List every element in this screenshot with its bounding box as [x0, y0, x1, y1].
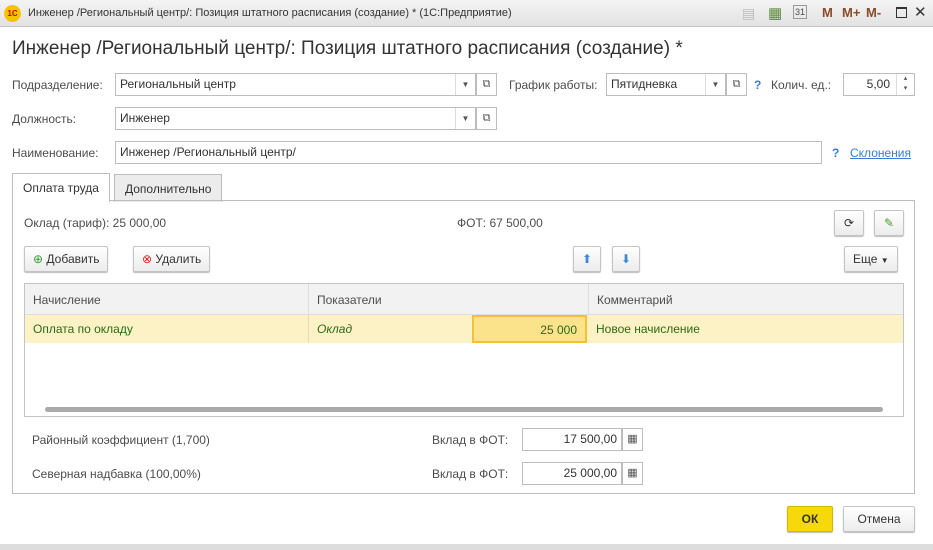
position-label: Должность: — [12, 112, 77, 126]
schedule-label: График работы: — [509, 78, 598, 92]
qty-field[interactable]: 5,00 ▴ ▾ — [843, 73, 915, 96]
ok-button[interactable]: ОК — [787, 506, 833, 532]
regional-contrib-label: Вклад в ФОТ: — [432, 433, 509, 447]
position-value: Инженер — [120, 111, 170, 125]
schedule-field[interactable]: Пятидневка ▼ — [606, 73, 726, 96]
tab-pay[interactable]: Оплата труда — [12, 173, 110, 202]
open-icon[interactable]: ⧉ — [476, 107, 497, 130]
horizontal-scrollbar[interactable] — [45, 407, 883, 412]
department-label: Подразделение: — [12, 78, 103, 92]
chevron-down-icon[interactable]: ▼ — [455, 74, 475, 95]
chevron-down-icon[interactable]: ▼ — [455, 108, 475, 129]
indicator-cell[interactable]: Оклад — [308, 315, 360, 343]
open-icon[interactable]: ⧉ — [726, 73, 747, 96]
fot-text: ФОТ: 67 500,00 — [457, 216, 543, 230]
comment-cell[interactable]: Новое начисление — [588, 315, 708, 345]
arrow-up-icon: ⬆ — [582, 252, 593, 266]
cancel-button[interactable]: Отмена — [843, 506, 915, 532]
m-minus-button[interactable]: M- — [866, 5, 881, 20]
qty-value: 5,00 — [866, 77, 890, 91]
refresh-icon: ⟳ — [843, 216, 855, 230]
edit-button[interactable]: ✎ — [874, 210, 904, 236]
value-cell[interactable]: 25 000 — [472, 315, 587, 343]
bottom-border — [0, 544, 933, 550]
refresh-button[interactable]: ⟳ — [834, 210, 864, 236]
regional-contrib-field[interactable]: 17 500,00 — [522, 428, 622, 451]
table-row[interactable]: Оплата по окладу Оклад 25 000 Новое начи… — [25, 315, 903, 343]
arrow-down-icon: ⬇ — [621, 252, 632, 266]
department-value: Региональный центр — [120, 77, 236, 91]
help-icon[interactable]: ? — [754, 78, 761, 92]
open-icon[interactable]: ⧉ — [476, 73, 497, 96]
column-accrual[interactable]: Начисление — [25, 284, 109, 316]
column-comment[interactable]: Комментарий — [588, 284, 681, 315]
name-value: Инженер /Региональный центр/ — [120, 145, 296, 159]
north-contrib-label: Вклад в ФОТ: — [432, 467, 509, 481]
add-button[interactable]: ⊕ Добавить — [24, 246, 109, 272]
position-field[interactable]: Инженер ▼ — [115, 107, 476, 130]
plus-icon: ⊕ — [33, 252, 44, 266]
calculator-icon[interactable]: ▦ — [622, 428, 643, 451]
pencil-icon: ✎ — [883, 216, 895, 230]
delete-button[interactable]: ⊗ Удалить — [133, 246, 211, 272]
maximize-icon[interactable] — [896, 7, 907, 18]
app-logo: 1С — [4, 5, 21, 22]
regional-label: Районный коэффициент (1,700) — [32, 433, 210, 447]
print-icon[interactable]: ▤ — [742, 5, 755, 22]
chevron-down-icon: ▼ — [880, 256, 889, 265]
close-icon[interactable]: ✕ — [914, 3, 927, 21]
help-icon[interactable]: ? — [832, 146, 839, 160]
accrual-cell[interactable]: Оплата по окладу — [25, 315, 141, 345]
tab-additional[interactable]: Дополнительно — [114, 174, 223, 202]
add-label: Добавить — [46, 252, 100, 266]
window-title: Инженер /Региональный центр/: Позиция шт… — [28, 7, 512, 19]
accruals-table[interactable]: Начисление Показатели Комментарий Оплата… — [24, 283, 904, 417]
name-label: Наименование: — [12, 146, 99, 160]
calculator-icon[interactable]: ▦ — [768, 4, 782, 22]
more-label: Еще — [853, 252, 878, 266]
delete-icon: ⊗ — [142, 252, 153, 266]
page-title: Инженер /Региональный центр/: Позиция шт… — [12, 38, 683, 59]
table-header: Начисление Показатели Комментарий — [25, 284, 903, 315]
regional-contrib-value: 17 500,00 — [563, 432, 617, 446]
title-bar: 1С Инженер /Региональный центр/: Позиция… — [0, 0, 933, 27]
calculator-icon[interactable]: ▦ — [622, 462, 643, 485]
north-contrib-field[interactable]: 25 000,00 — [522, 462, 622, 485]
m-button[interactable]: M — [822, 5, 833, 20]
calendar-icon[interactable]: 31 — [793, 5, 808, 19]
move-up-button[interactable]: ⬆ — [573, 246, 601, 272]
stepper-icon[interactable]: ▴ ▾ — [896, 74, 914, 95]
north-label: Северная надбавка (100,00%) — [32, 467, 201, 481]
qty-label: Колич. ед.: — [771, 78, 832, 92]
schedule-value: Пятидневка — [611, 77, 678, 91]
north-contrib-value: 25 000,00 — [563, 466, 617, 480]
salary-text: Оклад (тариф): 25 000,00 — [24, 216, 167, 230]
chevron-down-icon[interactable]: ▼ — [705, 74, 725, 95]
move-down-button[interactable]: ⬇ — [612, 246, 640, 272]
m-plus-button[interactable]: M+ — [842, 5, 860, 20]
name-field[interactable]: Инженер /Региональный центр/ — [115, 141, 822, 164]
column-indicators[interactable]: Показатели — [308, 284, 390, 315]
more-button[interactable]: Еще ▼ — [844, 246, 898, 272]
delete-label: Удалить — [155, 252, 202, 266]
declension-link[interactable]: Склонения — [850, 146, 911, 160]
department-field[interactable]: Региональный центр ▼ — [115, 73, 476, 96]
